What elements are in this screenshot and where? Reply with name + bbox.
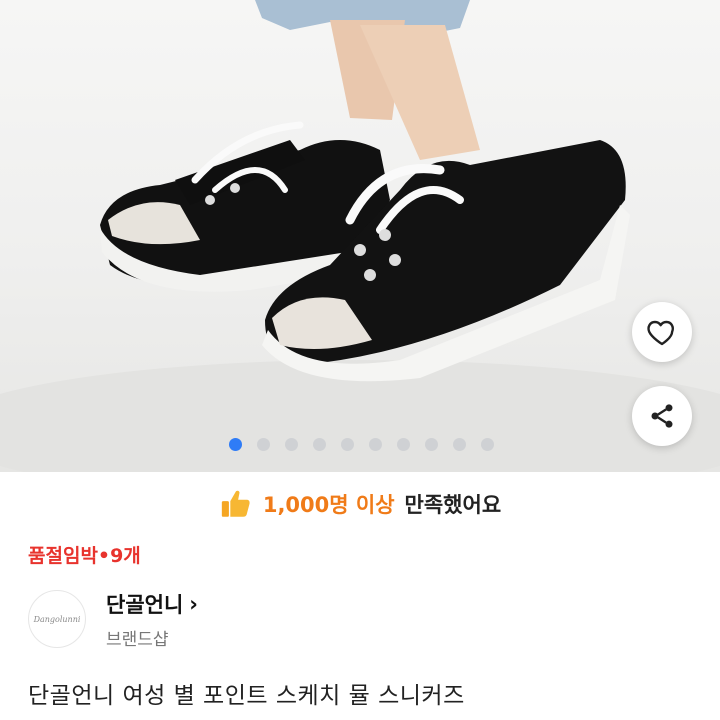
pagination-dot[interactable]: [453, 438, 466, 451]
seller-name: 단골언니: [106, 592, 184, 617]
pagination-dot[interactable]: [369, 438, 382, 451]
share-button[interactable]: [632, 386, 692, 446]
product-image-gallery[interactable]: [0, 0, 720, 472]
chevron-right-icon: ›: [189, 591, 198, 616]
seller-logo-text: Dangolunni: [33, 614, 81, 624]
pagination-dot[interactable]: [397, 438, 410, 451]
pagination-dot[interactable]: [257, 438, 270, 451]
pagination-dot-active[interactable]: [229, 438, 242, 451]
pagination-dot[interactable]: [313, 438, 326, 451]
product-title: 단골언니 여성 별 포인트 스케치 뮬 스니커즈: [28, 683, 465, 709]
like-button[interactable]: [632, 302, 692, 362]
gallery-pagination: [0, 438, 720, 451]
seller-type: 브랜드샵: [106, 629, 169, 650]
pagination-dot[interactable]: [481, 438, 494, 451]
satisfaction-suffix: 만족했어요: [404, 493, 502, 517]
seller-logo[interactable]: Dangolunni: [28, 590, 86, 648]
product-photo: [0, 0, 720, 472]
satisfaction-count: 1,000명 이상: [262, 493, 395, 517]
seller-row[interactable]: Dangolunni 단골언니 › 브랜드샵: [0, 574, 720, 664]
thumbs-up-icon: [221, 490, 250, 517]
pagination-dot[interactable]: [285, 438, 298, 451]
pagination-dot[interactable]: [425, 438, 438, 451]
pagination-dot[interactable]: [341, 438, 354, 451]
stock-badge: 품절임박•9개: [28, 545, 141, 567]
satisfaction-banner: 1,000명 이상 만족했어요: [0, 472, 720, 536]
seller-name-link[interactable]: 단골언니 ›: [106, 589, 198, 619]
heart-icon: [647, 320, 674, 346]
share-icon: [651, 404, 673, 428]
